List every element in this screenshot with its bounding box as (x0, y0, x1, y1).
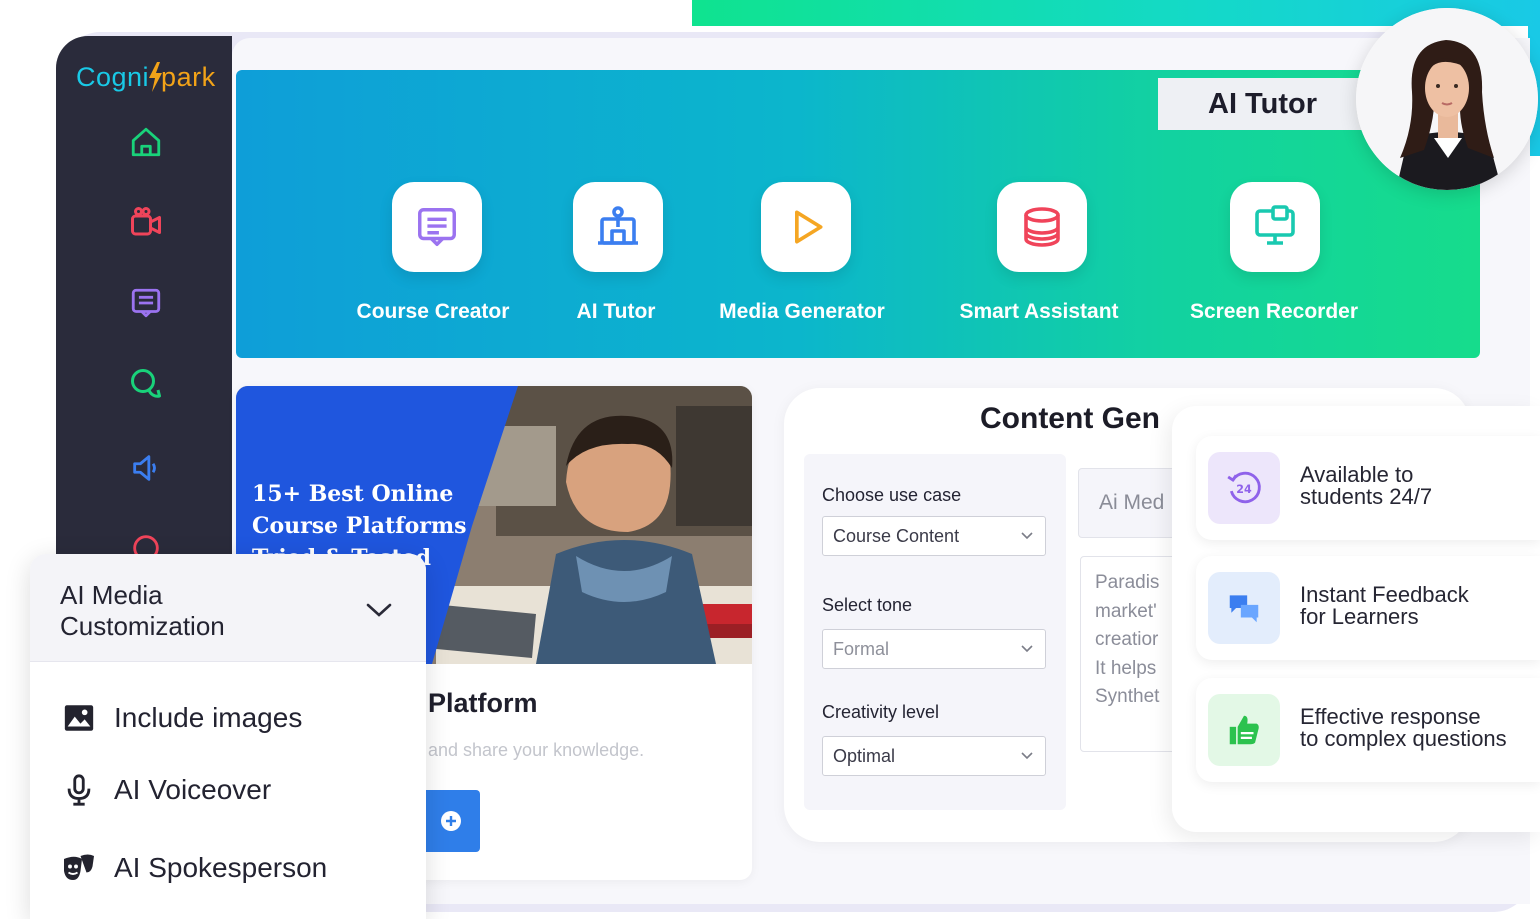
features-panel: 24 Available to students 24/7 Instant Fe… (1172, 406, 1540, 832)
screen-recorder-button[interactable] (1230, 182, 1320, 272)
sidebar-video-camera-icon[interactable] (126, 202, 166, 242)
screen-recorder-label[interactable]: Screen Recorder (1190, 300, 1358, 324)
svg-text:24: 24 (1236, 483, 1252, 496)
theater-mask-icon (60, 849, 98, 887)
content-generator-title: Content Gen (980, 402, 1160, 435)
sidebar-document-icon[interactable] (126, 283, 166, 323)
feature-text: Effective response to complex questions (1300, 706, 1507, 750)
feature-line1: Effective response (1300, 704, 1481, 729)
media-title-line1: AI Media (60, 580, 163, 610)
creativity-value: Optimal (833, 745, 896, 766)
brand-name-part2: park (161, 61, 216, 92)
course-description: and share your knowledge. (428, 740, 645, 760)
chevron-down-icon (1021, 752, 1033, 760)
option-ai-voiceover[interactable]: AI Voiceover (60, 770, 271, 810)
option-label: AI Spokesperson (114, 852, 328, 883)
use-case-select[interactable]: Course Content (822, 516, 1046, 556)
media-generator-label[interactable]: Media Generator (719, 300, 885, 324)
chevron-down-icon (1021, 532, 1033, 540)
feature-line2: for Learners (1300, 604, 1419, 629)
feature-item-feedback: Instant Feedback for Learners (1196, 556, 1540, 660)
option-label: Include images (114, 702, 303, 733)
sidebar-chat-bubbles-icon[interactable] (126, 364, 166, 404)
chevron-down-icon (1021, 645, 1033, 653)
content-generator-form: Choose use case Course Content Select to… (804, 454, 1066, 810)
creativity-select[interactable]: Optimal (822, 736, 1046, 776)
monitor-icon (1255, 205, 1295, 245)
media-generator-button[interactable] (761, 182, 851, 272)
creativity-label: Creativity level (822, 702, 940, 722)
plus-circle-icon (441, 811, 461, 831)
image-icon (60, 699, 98, 737)
feature-item-response: Effective response to complex questions (1196, 678, 1540, 782)
option-ai-spokesperson[interactable]: AI Spokesperson (60, 848, 327, 888)
hero-text-line2: Course Platforms (252, 513, 467, 539)
hero-text-line1: 15+ Best Online (252, 481, 454, 507)
tutor-board-icon (598, 206, 638, 245)
clock-24-icon: 24 (1208, 452, 1280, 524)
brand-logo[interactable]: Cogni park (76, 56, 216, 98)
app-screenshot: Cogni park Course Creator AI Tutor Media… (0, 0, 1540, 919)
sidebar-speaker-icon[interactable] (126, 448, 166, 488)
feature-text: Available to students 24/7 (1300, 464, 1432, 508)
feature-line1: Available to (1300, 462, 1414, 487)
course-creator-button[interactable] (392, 182, 482, 272)
tone-label: Select tone (822, 595, 913, 615)
smart-assistant-button[interactable] (997, 182, 1087, 272)
ai-tutor-button[interactable] (573, 182, 663, 272)
ai-tutor-label[interactable]: AI Tutor (577, 300, 656, 324)
course-action-button[interactable] (422, 790, 480, 852)
thumbs-up-icon (1208, 694, 1280, 766)
media-panel-header[interactable]: AI Media Customization (30, 554, 426, 662)
chevron-down-icon[interactable] (364, 600, 394, 620)
brand-name-part1: Cogni (76, 61, 150, 92)
use-case-value: Course Content (833, 525, 960, 546)
media-title-line2: Customization (60, 611, 225, 641)
use-case-label: Choose use case (822, 485, 962, 505)
option-label: AI Voiceover (114, 774, 272, 805)
feature-item-availability: 24 Available to students 24/7 (1196, 436, 1540, 540)
feature-line1: Instant Feedback (1300, 582, 1469, 607)
ai-media-customization-panel: AI Media Customization Include images AI… (30, 554, 426, 919)
feature-line2: students 24/7 (1300, 484, 1433, 509)
tone-value: Formal (833, 638, 890, 659)
tutor-avatar (1356, 8, 1538, 190)
course-title: Platform (428, 688, 538, 718)
media-panel-title: AI Media Customization (60, 580, 225, 642)
course-creator-label[interactable]: Course Creator (357, 300, 510, 324)
document-icon (418, 208, 456, 246)
tone-select[interactable]: Formal (822, 629, 1046, 669)
play-icon (795, 210, 823, 244)
smart-assistant-label[interactable]: Smart Assistant (959, 300, 1118, 324)
feature-text: Instant Feedback for Learners (1300, 584, 1469, 628)
feature-line2: to complex questions (1300, 726, 1507, 751)
option-include-images[interactable]: Include images (60, 698, 302, 738)
microphone-icon (60, 771, 98, 809)
chat-bubbles-icon (1208, 572, 1280, 644)
sidebar-home-icon[interactable] (126, 122, 166, 162)
database-icon (1024, 207, 1060, 247)
